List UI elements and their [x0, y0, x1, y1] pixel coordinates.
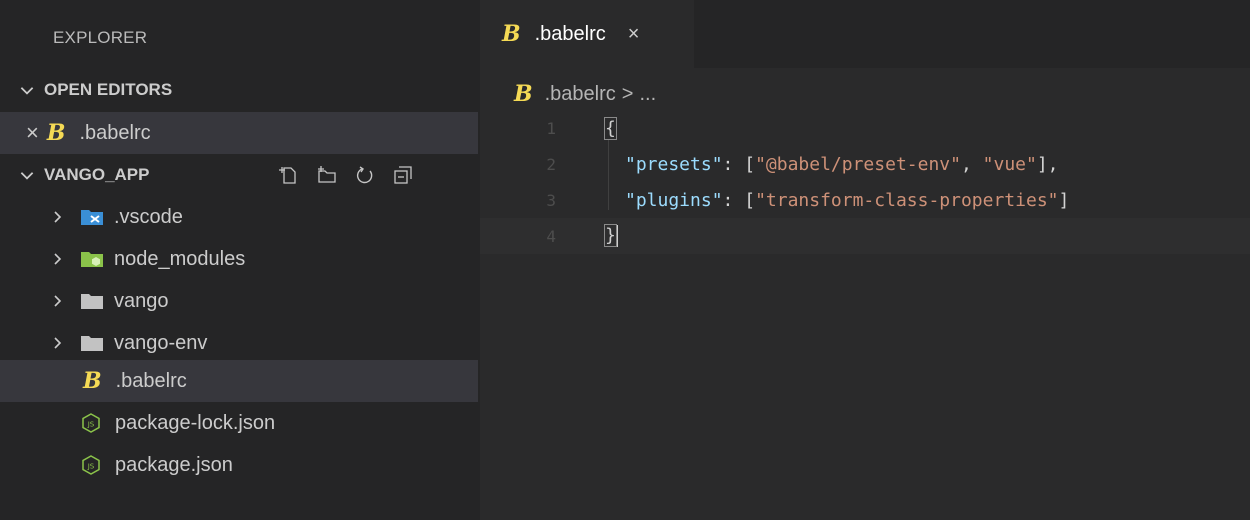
- babel-icon: B: [502, 21, 521, 47]
- tree-item-node-modules[interactable]: node_modules: [0, 238, 478, 280]
- babel-icon: B: [83, 368, 102, 394]
- new-file-icon[interactable]: [278, 164, 300, 186]
- explorer-sidebar: EXPLORER OPEN EDITORS × B .babelrc VANGO…: [0, 0, 480, 520]
- json-key: "plugins": [625, 189, 723, 211]
- svg-text:JS: JS: [87, 463, 95, 471]
- line-number: 4: [546, 226, 556, 246]
- text-cursor: [615, 225, 618, 247]
- tree-item-label: vango-env: [114, 331, 208, 354]
- node-folder-icon: [81, 252, 103, 267]
- chevron-right-icon: [54, 337, 62, 349]
- bracket: }: [604, 224, 617, 247]
- punctuation: : [: [722, 189, 756, 211]
- open-editors-header[interactable]: OPEN EDITORS: [0, 70, 480, 110]
- json-icon: JS: [82, 413, 100, 433]
- new-folder-icon[interactable]: [316, 164, 338, 186]
- folder-icon: [81, 336, 103, 351]
- code-line-current: 4 }: [480, 218, 1250, 254]
- breadcrumb-separator: >: [621, 82, 634, 105]
- punctuation: ,: [960, 153, 983, 175]
- explorer-title: EXPLORER: [53, 28, 148, 47]
- code-content: {: [604, 116, 617, 140]
- folder-icon: [81, 294, 103, 309]
- punctuation: ]: [1058, 189, 1070, 211]
- code-content: "presets": ["@babel/preset-env", "vue"],: [625, 154, 1059, 175]
- editor-area: B .babelrc × B .babelrc > ... 1 { 2 "pre…: [480, 0, 1250, 520]
- tree-item-vango-env[interactable]: vango-env: [0, 322, 478, 364]
- breadcrumb: B .babelrc > ...: [514, 78, 656, 110]
- vscode-folder-icon: [81, 210, 103, 225]
- chevron-right-icon: [54, 211, 62, 223]
- tree-item-vscode[interactable]: .vscode: [0, 196, 478, 238]
- tree-item-label: node_modules: [114, 247, 246, 270]
- open-editors-label: OPEN EDITORS: [44, 80, 173, 99]
- code-line: 3 "plugins": ["transform-class-propertie…: [480, 182, 1250, 218]
- close-icon[interactable]: ×: [26, 120, 39, 146]
- code-line: 1 {: [480, 110, 1250, 146]
- tree-item-babelrc[interactable]: B .babelrc: [0, 360, 478, 402]
- refresh-icon[interactable]: [354, 164, 376, 186]
- json-string: "@babel/preset-env": [755, 153, 961, 175]
- collapse-all-icon[interactable]: [392, 164, 414, 186]
- json-string: "transform-class-properties": [755, 189, 1059, 211]
- tree-item-vango[interactable]: vango: [0, 280, 478, 322]
- line-number: 2: [546, 154, 556, 174]
- open-editor-label: .babelrc: [79, 121, 151, 144]
- code-line: 2 "presets": ["@babel/preset-env", "vue"…: [480, 146, 1250, 182]
- tab-bar: B .babelrc ×: [480, 0, 1250, 68]
- breadcrumb-file[interactable]: .babelrc: [545, 83, 616, 106]
- workspace-label: VANGO_APP: [44, 165, 150, 184]
- tree-item-label: package-lock.json: [115, 411, 276, 434]
- babel-icon: B: [46, 120, 66, 146]
- tab-babelrc[interactable]: B .babelrc ×: [480, 0, 694, 68]
- svg-text:JS: JS: [87, 421, 95, 429]
- code-content: }: [604, 224, 618, 247]
- workspace-actions: [278, 155, 430, 195]
- babel-icon: B: [514, 81, 533, 107]
- punctuation: : [: [722, 153, 756, 175]
- bracket: {: [604, 116, 617, 140]
- tab-label: .babelrc: [534, 22, 606, 45]
- line-number: 1: [546, 118, 556, 138]
- line-number: 3: [546, 190, 556, 210]
- breadcrumb-more[interactable]: ...: [639, 83, 656, 106]
- tree-item-package-lock[interactable]: JS package-lock.json: [0, 402, 478, 444]
- punctuation: ],: [1036, 153, 1059, 175]
- json-string: "vue": [982, 153, 1037, 175]
- json-key: "presets": [625, 153, 723, 175]
- chevron-right-icon: [54, 295, 62, 307]
- code-content: "plugins": ["transform-class-properties"…: [625, 190, 1069, 211]
- tree-item-package-json[interactable]: JS package.json: [0, 444, 478, 486]
- json-icon: JS: [82, 455, 100, 475]
- close-icon[interactable]: ×: [628, 23, 640, 46]
- workspace-header[interactable]: VANGO_APP: [0, 155, 480, 195]
- chevron-down-icon: [20, 172, 34, 180]
- tree-item-label: vango: [114, 289, 169, 312]
- chevron-down-icon: [20, 87, 34, 95]
- chevron-right-icon: [54, 253, 62, 265]
- tree-item-label: .babelrc: [115, 369, 187, 392]
- open-editor-item-babelrc[interactable]: × B .babelrc: [0, 112, 478, 154]
- tree-item-label: package.json: [115, 453, 233, 476]
- tree-item-label: .vscode: [114, 205, 183, 228]
